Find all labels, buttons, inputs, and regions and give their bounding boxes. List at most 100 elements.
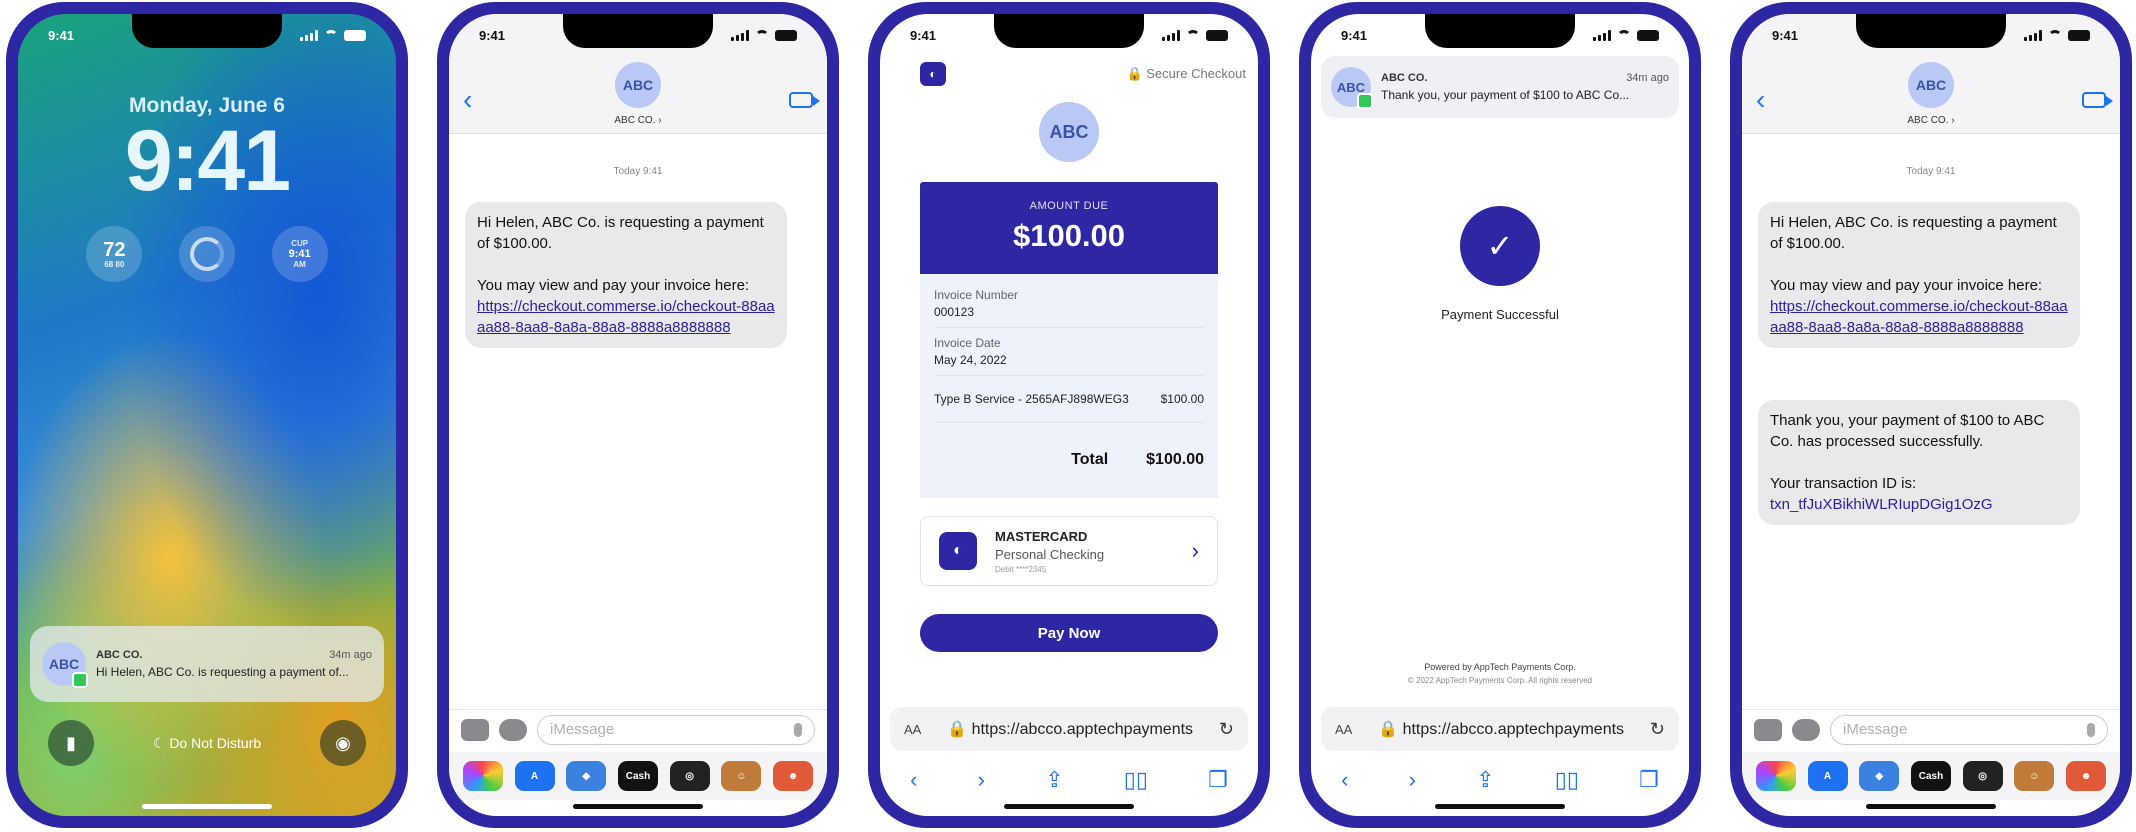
lock-icon: 🔒	[947, 721, 972, 738]
home-indicator[interactable]	[1004, 804, 1134, 809]
invoice-link[interactable]: https://checkout.commerse.io/checkout-88…	[1770, 296, 2068, 338]
status-bar: 9:41	[18, 24, 396, 46]
flashlight-icon: ▮	[66, 732, 76, 753]
camera-icon[interactable]	[1754, 718, 1782, 741]
share-icon[interactable]: ⇪	[1476, 767, 1494, 793]
service-price: $100.00	[1160, 392, 1204, 406]
stickers-app-icon[interactable]: ☻	[2066, 761, 2107, 791]
address-bar[interactable]: AA 🔒 https://abcco.apptechpayments ↻	[1321, 707, 1679, 751]
camera-icon[interactable]	[461, 718, 489, 741]
avatar: ABC	[42, 642, 88, 688]
banner-notification[interactable]: ABC ABC CO. 34m ago Thank you, your payme…	[1321, 56, 1679, 118]
lock-notification[interactable]: ABC ABC CO. 34m ago Hi Helen, ABC Co. is …	[30, 626, 384, 702]
secure-label: Secure Checkout	[1146, 66, 1246, 81]
memoji-app-icon[interactable]: ☺	[2014, 761, 2055, 791]
signal-icon	[1593, 29, 1611, 41]
app-store-icon[interactable]	[499, 718, 527, 741]
notification-text: Hi Helen, ABC Co. is requesting a paymen…	[96, 665, 349, 679]
total-label: Total	[1071, 451, 1109, 468]
app-store-app-icon[interactable]: A	[514, 761, 555, 791]
notification-ago: 34m ago	[329, 649, 372, 661]
back-icon[interactable]: ‹	[910, 767, 917, 793]
status-icons	[300, 29, 366, 41]
contact-avatar[interactable]: ABC	[1908, 62, 1954, 108]
invoice-details: Invoice Number 000123 Invoice Date May 2…	[920, 274, 1218, 498]
payment-method-text: MASTERCARD Personal Checking Debit ****2…	[995, 529, 1174, 574]
reader-aa-button[interactable]: AA	[1335, 722, 1352, 737]
reader-aa-button[interactable]: AA	[904, 722, 921, 737]
url-field[interactable]: 🔒 https://abcco.apptechpayments	[921, 719, 1219, 739]
home-indicator[interactable]	[142, 804, 272, 809]
mic-icon[interactable]	[794, 722, 802, 737]
fitness-app-icon[interactable]: ◎	[669, 761, 710, 791]
app-drawer: A ◆ Cash ◎ ☺ ☻	[449, 752, 827, 800]
cash-app-icon[interactable]: Cash	[617, 761, 658, 791]
invoice-link[interactable]: https://checkout.commerse.io/checkout-88…	[477, 296, 775, 338]
back-chevron-icon[interactable]: ‹	[463, 86, 472, 114]
stickers-app-icon[interactable]: ☻	[773, 761, 814, 791]
message-input[interactable]: iMessage	[1830, 714, 2108, 745]
notification-sender: ABC CO.	[1381, 72, 1428, 84]
service-name: Type B Service - 2565AFJ898WEG3	[934, 392, 1129, 406]
merchant-avatar: ABC	[1039, 102, 1099, 162]
powered-by: Powered by AppTech Payments Corp.	[1424, 662, 1576, 672]
address-bar[interactable]: AA 🔒 https://abcco.apptechpayments ↻	[890, 707, 1248, 751]
notification-header: ABC CO. 34m ago	[1381, 72, 1669, 84]
flashlight-button[interactable]: ▮	[48, 720, 94, 766]
photos-app-icon[interactable]	[462, 761, 503, 791]
reload-icon[interactable]: ↻	[1219, 719, 1234, 740]
status-bar: 9:41	[1311, 24, 1689, 46]
contact-avatar[interactable]: ABC	[615, 62, 661, 108]
message-bubble[interactable]: Hi Helen, ABC Co. is requesting a paymen…	[465, 202, 787, 348]
message-line: Thank you, your payment of $100 to ABC C…	[1770, 412, 2045, 450]
activity-widget[interactable]	[178, 226, 235, 282]
payment-method-card[interactable]: ◐ MASTERCARD Personal Checking Debit ***…	[920, 516, 1218, 586]
app-store-app-icon[interactable]: A	[1807, 761, 1848, 791]
messages-screen: ‹ ABC ABC CO. › 9:41 Today 9:41 Hi Helen…	[449, 14, 827, 816]
contact-name[interactable]: ABC CO. ›	[449, 115, 827, 126]
bookmarks-icon[interactable]: ▯▯	[1555, 767, 1579, 793]
pay-now-button[interactable]: Pay Now	[920, 614, 1218, 652]
home-indicator[interactable]	[1435, 804, 1565, 809]
avatar-text: ABC	[1915, 77, 1947, 93]
battery-icon	[2068, 29, 2090, 41]
digital-touch-app-icon[interactable]: ◆	[1859, 761, 1900, 791]
message-bubble[interactable]: Thank you, your payment of $100 to ABC C…	[1758, 400, 2080, 525]
message-input[interactable]: iMessage	[537, 714, 815, 745]
weather-widget[interactable]: 72 68 80	[86, 226, 143, 282]
home-indicator[interactable]	[1866, 804, 1996, 809]
cash-app-icon[interactable]: Cash	[1910, 761, 1951, 791]
back-chevron-icon[interactable]: ‹	[1756, 86, 1765, 114]
share-icon[interactable]: ⇪	[1045, 767, 1063, 793]
success-screen: 9:41 ABC ABC CO. 34m ago Thank you, your …	[1311, 14, 1689, 816]
invoice-number-label: Invoice Number	[934, 288, 1019, 302]
focus-status[interactable]: ☾ Do Not Disturb	[153, 735, 261, 752]
bookmarks-icon[interactable]: ▯▯	[1124, 767, 1148, 793]
forward-icon[interactable]: ›	[1409, 767, 1416, 793]
message-line: Hi Helen, ABC Co. is requesting a paymen…	[477, 214, 764, 252]
tabs-icon[interactable]: ❐	[1639, 767, 1659, 793]
mic-icon[interactable]	[2087, 722, 2095, 737]
clock-widget[interactable]: CUP 9:41 AM	[271, 226, 328, 282]
fitness-app-icon[interactable]: ◎	[1962, 761, 2003, 791]
url-field[interactable]: 🔒 https://abcco.apptechpayments	[1352, 719, 1650, 739]
back-icon[interactable]: ‹	[1341, 767, 1348, 793]
tabs-icon[interactable]: ❐	[1208, 767, 1228, 793]
app-store-icon[interactable]	[1792, 718, 1820, 741]
forward-icon[interactable]: ›	[978, 767, 985, 793]
camera-button[interactable]: ◉	[319, 720, 366, 766]
photos-app-icon[interactable]	[1755, 761, 1796, 791]
memoji-app-icon[interactable]: ☺	[721, 761, 762, 791]
chevron-right-icon: ›	[1191, 538, 1199, 563]
digital-touch-app-icon[interactable]: ◆	[566, 761, 607, 791]
avatar: ABC	[1331, 67, 1373, 109]
message-placeholder: iMessage	[550, 721, 615, 738]
home-indicator[interactable]	[573, 804, 703, 809]
status-time: 9:41	[1772, 27, 1799, 43]
reload-icon[interactable]: ↻	[1650, 719, 1665, 740]
message-bubble[interactable]: Hi Helen, ABC Co. is requesting a paymen…	[1758, 202, 2080, 348]
lock-widgets: 72 68 80 CUP 9:41 AM	[18, 226, 396, 282]
video-call-icon[interactable]	[789, 92, 820, 108]
contact-name[interactable]: ABC CO. ›	[1742, 115, 2120, 126]
video-call-icon[interactable]	[2082, 92, 2113, 108]
